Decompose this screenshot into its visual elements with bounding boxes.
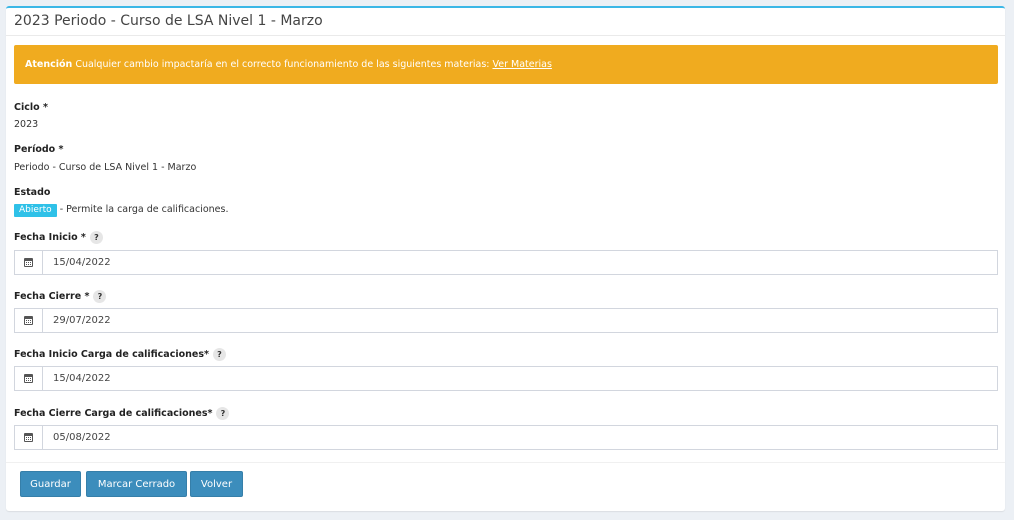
period-edit-box: 2023 Periodo - Curso de LSA Nivel 1 - Ma…	[6, 6, 1005, 511]
ciclo-label: Ciclo *	[14, 102, 48, 113]
fecha-cierre-carga-label-row: Fecha Cierre Carga de calificaciones*?	[14, 407, 230, 420]
save-button[interactable]: Guardar	[20, 471, 81, 497]
ver-materias-link[interactable]: Ver Materias	[493, 59, 552, 70]
fecha-inicio-input[interactable]	[43, 251, 997, 274]
periodo-label: Período *	[14, 144, 64, 155]
help-icon[interactable]: ?	[93, 290, 107, 303]
fecha-cierre-carga-label: Fecha Cierre Carga de calificaciones*	[14, 408, 213, 419]
calendar-icon	[24, 258, 33, 267]
fecha-cierre-group	[14, 308, 998, 333]
estado-row: Abierto - Permite la carga de calificaci…	[14, 204, 228, 217]
fecha-inicio-carga-label-row: Fecha Inicio Carga de calificaciones*?	[14, 348, 226, 361]
calendar-icon	[24, 433, 33, 442]
calendar-addon[interactable]	[15, 426, 43, 449]
fecha-inicio-carga-group	[14, 366, 998, 391]
ciclo-value: 2023	[14, 119, 39, 130]
fecha-inicio-carga-input[interactable]	[43, 367, 997, 390]
calendar-icon	[24, 374, 33, 383]
calendar-addon[interactable]	[15, 251, 43, 274]
calendar-addon[interactable]	[15, 309, 43, 332]
fecha-cierre-carga-input[interactable]	[43, 426, 997, 449]
calendar-addon[interactable]	[15, 367, 43, 390]
fecha-cierre-input[interactable]	[43, 309, 997, 332]
alert-strong: Atención	[25, 59, 73, 70]
fecha-inicio-group	[14, 250, 998, 275]
warning-alert: Atención Cualquier cambio impactaría en …	[14, 45, 998, 84]
fecha-cierre-label-row: Fecha Cierre *?	[14, 290, 107, 303]
help-icon[interactable]: ?	[212, 348, 226, 361]
alert-message: Cualquier cambio impactaría en el correc…	[75, 59, 490, 70]
fecha-cierre-label: Fecha Cierre *	[14, 291, 90, 302]
fecha-cierre-carga-group	[14, 425, 998, 450]
fecha-inicio-carga-label: Fecha Inicio Carga de calificaciones*	[14, 349, 209, 360]
fecha-inicio-label-row: Fecha Inicio *?	[14, 231, 103, 244]
help-icon[interactable]: ?	[216, 407, 230, 420]
estado-description: - Permite la carga de calificaciones.	[59, 204, 229, 215]
periodo-value: Periodo - Curso de LSA Nivel 1 - Marzo	[14, 162, 197, 173]
fecha-inicio-label: Fecha Inicio *	[14, 232, 86, 243]
title-divider	[6, 35, 1005, 36]
footer-divider	[6, 462, 1005, 463]
page-title: 2023 Periodo - Curso de LSA Nivel 1 - Ma…	[14, 13, 323, 29]
estado-label: Estado	[14, 187, 51, 198]
calendar-icon	[24, 316, 33, 325]
help-icon[interactable]: ?	[89, 231, 103, 244]
back-button[interactable]: Volver	[190, 471, 243, 497]
status-badge: Abierto	[14, 204, 57, 217]
mark-closed-button[interactable]: Marcar Cerrado	[86, 471, 187, 497]
